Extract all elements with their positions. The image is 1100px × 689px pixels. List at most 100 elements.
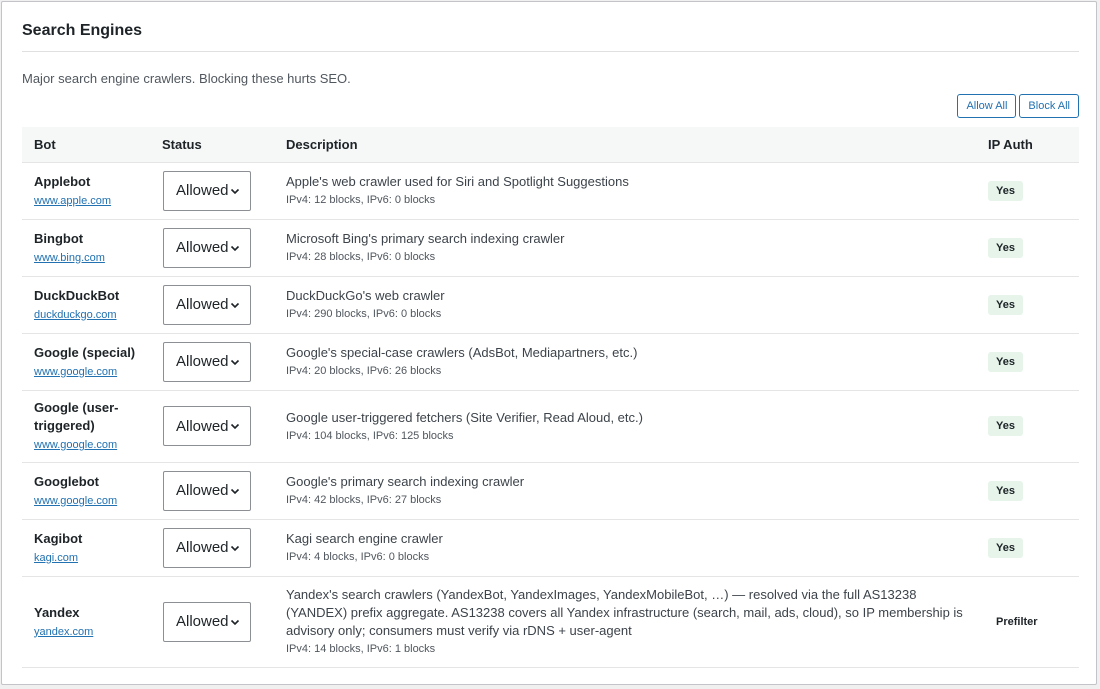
status-select[interactable]: Allowed [163,406,251,446]
bot-cell: Google (user-triggered) www.google.com [22,390,150,463]
allow-all-button[interactable]: Allow All [957,94,1017,118]
ip-auth-cell: Yes [976,162,1079,220]
description-cell: DuckDuckGo's web crawler IPv4: 290 blocks… [274,276,976,334]
bot-name: Kagibot [34,530,83,546]
bot-description: Kagi search engine crawler [286,531,443,546]
chevron-down-icon [230,423,240,430]
status-select[interactable]: Allowed [163,470,251,511]
ip-auth-cell: Prefilter [976,576,1079,668]
bot-cell: DuckDuckBot duckduckgo.com [22,276,150,334]
status-select[interactable]: Allowed [163,341,251,382]
status-select-value: Allowed [176,539,229,556]
block-all-button[interactable]: Block All [1019,94,1079,118]
section-subtitle: Major search engine crawlers. Blocking t… [22,71,351,86]
status-cell: Allowed [150,333,274,391]
bot-domain-link[interactable]: duckduckgo.com [34,307,117,323]
description-cell: Microsoft Bing's primary search indexing… [274,219,976,277]
block-counts: IPv4: 4 blocks, IPv6: 0 blocks [286,551,430,563]
chevron-down-icon [230,488,240,494]
ip-auth-badge: Yes [988,294,1023,315]
header-ip-auth: IP Auth [976,127,1079,163]
ip-auth-cell: Yes [976,519,1079,577]
status-cell: Allowed [150,276,274,334]
block-counts: IPv4: 290 blocks, IPv6: 0 blocks [286,308,442,320]
bot-cell: Google (special) www.google.com [22,333,150,391]
ip-auth-prefilter-badge: Prefilter [996,615,1038,628]
chevron-down-icon [230,619,240,625]
header-bot: Bot [22,127,150,163]
chevron-down-icon [230,188,240,194]
block-counts: IPv4: 28 blocks, IPv6: 0 blocks [286,251,436,263]
bot-name: Google (user-triggered) [34,400,119,433]
description-cell: Apple's web crawler used for Siri and Sp… [274,162,976,220]
status-cell: Allowed [150,219,274,277]
block-counts: IPv4: 42 blocks, IPv6: 27 blocks [286,494,442,506]
ip-auth-cell: Yes [976,390,1079,463]
status-cell: Allowed [150,576,274,668]
status-select-value: Allowed [176,182,229,199]
bot-domain-link[interactable]: www.google.com [34,493,117,509]
table-row: Googlebot www.google.com Allowed Google's p… [22,462,1079,520]
status-select[interactable]: Allowed [163,284,251,325]
table-row: Yandex yandex.com Allowed Yandex's search c… [22,576,1079,668]
bot-domain-link[interactable]: yandex.com [34,624,93,640]
bot-description: Yandex's search crawlers (YandexBot, Yan… [286,587,963,638]
status-select[interactable]: Allowed [163,527,251,568]
title-divider [22,51,1079,52]
status-select-value: Allowed [176,353,229,370]
table-row: Google (user-triggered) www.google.com All… [22,390,1079,463]
ip-auth-cell: Yes [976,219,1079,277]
status-select-value: Allowed [176,417,229,435]
chevron-down-icon [230,245,240,251]
description-cell: Google's primary search indexing crawler… [274,462,976,520]
status-cell: Allowed [150,519,274,577]
bot-cell: Googlebot www.google.com [22,462,150,520]
description-cell: Google's special-case crawlers (AdsBot, … [274,333,976,391]
status-select-value: Allowed [176,239,229,256]
table-row: Applebot www.apple.com Allowed Apple's web … [22,162,1079,220]
bot-cell: Applebot www.apple.com [22,162,150,220]
bot-domain-link[interactable]: www.bing.com [34,250,105,266]
status-select-value: Allowed [176,482,229,499]
status-select[interactable]: Allowed [163,227,251,268]
bot-description: Microsoft Bing's primary search indexing… [286,231,565,246]
bots-table: Bot Status Description IP Auth Applebot w… [22,127,1079,668]
ip-auth-badge: Yes [988,480,1023,501]
chevron-down-icon [230,359,240,365]
status-select-value: Allowed [176,296,229,313]
ip-auth-cell: Yes [976,276,1079,334]
block-counts: IPv4: 12 blocks, IPv6: 0 blocks [286,194,436,206]
ip-auth-badge: Yes [988,416,1023,436]
bot-name: Bingbot [34,230,84,246]
status-cell: Allowed [150,390,274,463]
block-counts: IPv4: 20 blocks, IPv6: 26 blocks [286,365,442,377]
status-cell: Allowed [150,462,274,520]
bot-domain-link[interactable]: kagi.com [34,550,78,566]
bot-cell: Bingbot www.bing.com [22,219,150,277]
status-select[interactable]: Allowed [163,601,251,642]
ip-auth-badge: Yes [988,351,1023,372]
table-body: Applebot www.apple.com Allowed Apple's web … [22,162,1079,668]
block-counts: IPv4: 14 blocks, IPv6: 1 blocks [286,643,436,655]
bot-name: Google (special) [34,344,136,360]
ip-auth-badge: Yes [988,237,1023,258]
chevron-down-icon [230,302,240,308]
bot-description: Google's primary search indexing crawler [286,474,525,489]
bot-cell: Kagibot kagi.com [22,519,150,577]
bot-cell: Yandex yandex.com [22,576,150,668]
header-description: Description [274,127,976,163]
table-row: Bingbot www.bing.com Allowed Microsoft Bing… [22,219,1079,277]
ip-auth-cell: Yes [976,333,1079,391]
bot-description: Apple's web crawler used for Siri and Sp… [286,174,629,189]
status-cell: Allowed [150,162,274,220]
status-select[interactable]: Allowed [163,170,251,211]
ip-auth-cell: Yes [976,462,1079,520]
bot-description: Google user-triggered fetchers (Site Ver… [286,409,643,425]
block-counts: IPv4: 104 blocks, IPv6: 125 blocks [286,429,454,442]
bot-domain-link[interactable]: www.apple.com [34,193,111,209]
description-cell: Yandex's search crawlers (YandexBot, Yan… [274,576,976,668]
search-engines-card: Search Engines Major search engine crawl… [1,1,1097,685]
table-row: Google (special) www.google.com Allowed Goo… [22,333,1079,391]
bot-domain-link[interactable]: www.google.com [34,364,117,380]
bot-domain-link[interactable]: www.google.com [34,437,117,453]
